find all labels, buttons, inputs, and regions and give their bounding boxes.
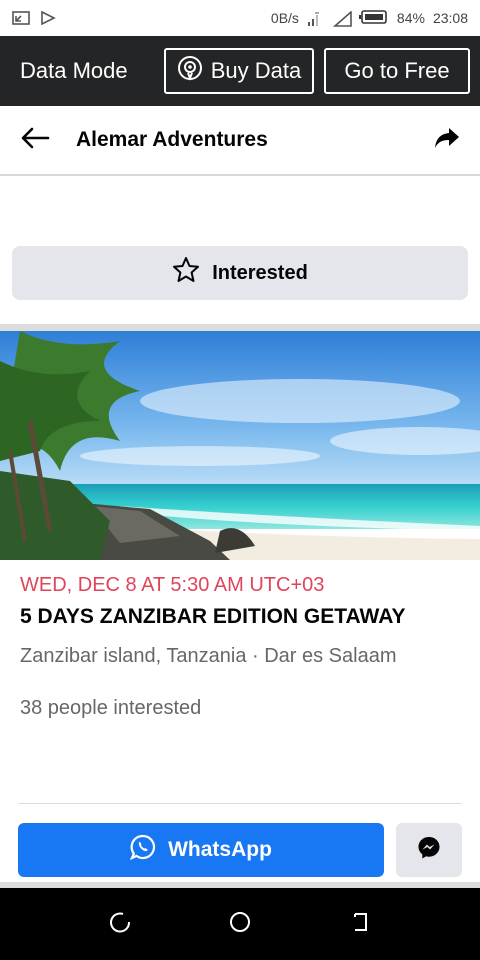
signal-data-icon bbox=[307, 11, 325, 26]
home-nav-button[interactable] bbox=[225, 909, 255, 939]
battery-icon bbox=[358, 9, 389, 28]
status-left-icons bbox=[12, 10, 58, 26]
back-nav-button[interactable] bbox=[345, 909, 375, 939]
whatsapp-icon bbox=[129, 834, 156, 866]
back-nav-icon bbox=[349, 911, 371, 938]
play-store-icon bbox=[40, 10, 58, 26]
data-mode-bar: Data Mode Buy Data Go to Free bbox=[0, 36, 480, 106]
interested-count: 38 people interested bbox=[20, 697, 202, 719]
divider bbox=[18, 803, 462, 804]
page-header: Alemar Adventures bbox=[0, 106, 480, 176]
system-nav-bar bbox=[0, 888, 480, 960]
buy-data-button[interactable]: Buy Data bbox=[164, 48, 314, 94]
event-cover-image[interactable] bbox=[0, 331, 480, 560]
buy-data-label: Buy Data bbox=[210, 58, 302, 83]
network-speed: 0B/s bbox=[270, 10, 299, 26]
status-right-icons: 0B/s 84% 23:08 bbox=[271, 9, 468, 28]
recents-nav-button[interactable] bbox=[105, 909, 135, 939]
cell-signal-icon bbox=[332, 10, 352, 27]
go-to-free-button[interactable]: Go to Free bbox=[324, 48, 470, 94]
interested-label: Interested bbox=[212, 261, 308, 284]
interested-button[interactable]: Interested bbox=[12, 246, 468, 300]
star-icon bbox=[172, 256, 200, 290]
clock: 23:08 bbox=[432, 10, 468, 26]
go-to-free-label: Go to Free bbox=[344, 58, 450, 83]
section-divider bbox=[0, 324, 480, 331]
messenger-icon bbox=[416, 835, 442, 866]
broadcast-icon bbox=[177, 55, 203, 87]
share-icon[interactable] bbox=[434, 126, 460, 155]
screenshot-icon bbox=[12, 11, 30, 25]
event-location[interactable]: Zanzibar island, Tanzania · Dar es Salaa… bbox=[20, 645, 450, 668]
whatsapp-label: WhatsApp bbox=[168, 838, 272, 861]
battery-level: 84% bbox=[396, 10, 425, 26]
data-mode-label: Data Mode bbox=[20, 58, 128, 83]
messenger-button[interactable] bbox=[396, 823, 462, 877]
whatsapp-button[interactable]: WhatsApp bbox=[18, 823, 384, 877]
recents-icon bbox=[109, 911, 131, 938]
home-icon bbox=[228, 910, 252, 939]
page-title: Alemar Adventures bbox=[76, 128, 268, 151]
status-bar: 0B/s 84% 23:08 bbox=[0, 0, 480, 36]
back-arrow-icon[interactable] bbox=[20, 126, 50, 155]
event-date: WED, DEC 8 AT 5:30 AM UTC+03 bbox=[20, 574, 325, 596]
event-title[interactable]: 5 DAYS ZANZIBAR EDITION GETAWAY bbox=[20, 605, 450, 629]
